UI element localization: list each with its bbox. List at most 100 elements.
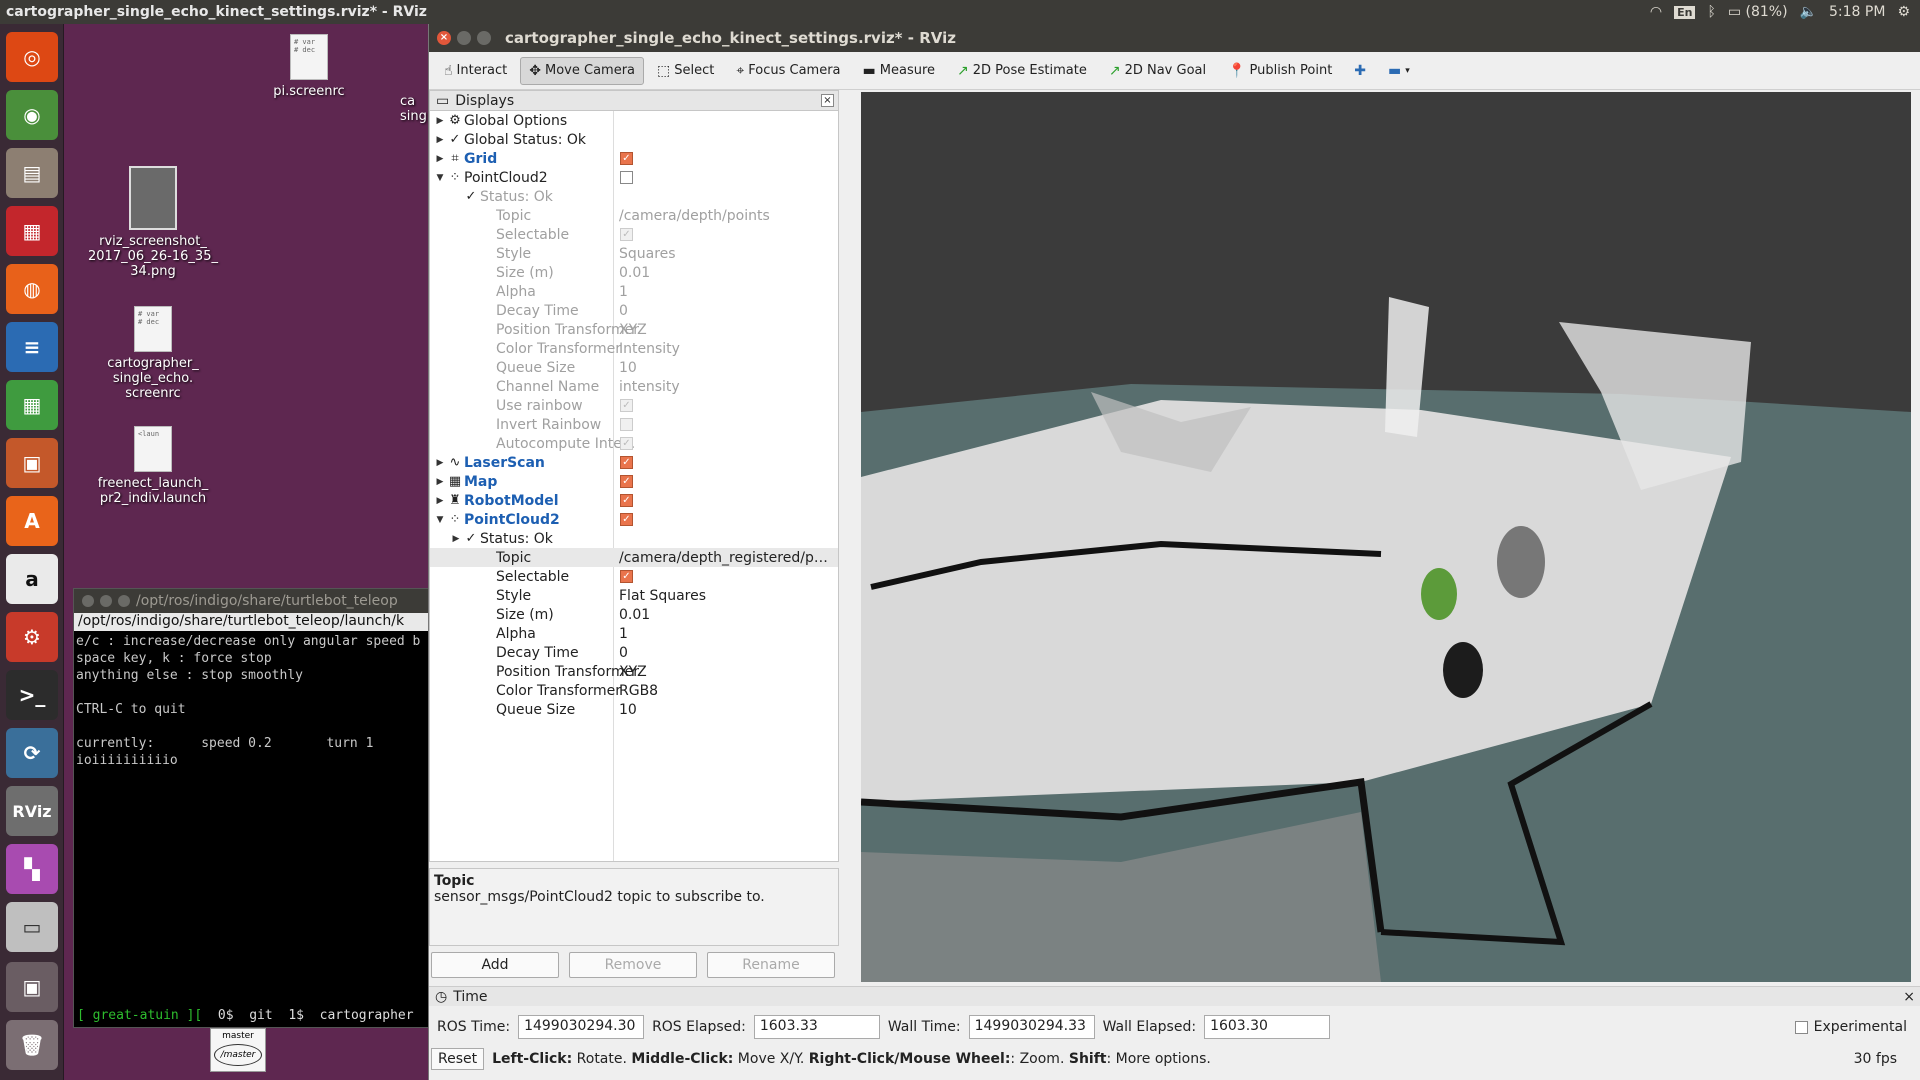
wall-time-field[interactable]: 1499030294.33 bbox=[968, 1015, 1095, 1039]
expand-arrow-icon[interactable]: ▶ bbox=[434, 116, 446, 126]
tree-row[interactable]: ▶ ✓ Global Status: Ok bbox=[430, 130, 838, 149]
expand-arrow-icon[interactable]: ▶ bbox=[434, 154, 446, 164]
tree-value[interactable]: 0 bbox=[619, 303, 834, 319]
expand-arrow-icon[interactable]: ▼ bbox=[434, 515, 446, 525]
impress-icon[interactable]: ▣ bbox=[6, 438, 58, 488]
tree-value[interactable]: XYZ bbox=[619, 322, 834, 338]
minimize-icon[interactable] bbox=[100, 595, 112, 607]
desktop-file-pi-screenrc[interactable]: # var # dec pi.screenrc bbox=[234, 34, 384, 99]
tree-row[interactable]: ▼ ⁘ PointCloud2 ✓ bbox=[430, 510, 838, 529]
reset-button[interactable]: Reset bbox=[431, 1048, 485, 1070]
rviz-window[interactable]: × cartographer_single_echo_kinect_settin… bbox=[428, 24, 1920, 1080]
tree-row[interactable]: ▶ ⚙ Global Options bbox=[430, 111, 838, 130]
enable-checkbox[interactable]: ✓ bbox=[620, 570, 633, 583]
amazon-icon[interactable]: a bbox=[6, 554, 58, 604]
expand-arrow-icon[interactable]: ▶ bbox=[434, 458, 446, 468]
terminal-icon[interactable]: >_ bbox=[6, 670, 58, 720]
tree-value[interactable]: RGB8 bbox=[619, 683, 834, 699]
maximize-icon[interactable] bbox=[477, 31, 491, 45]
tree-row[interactable]: Style Flat Squares bbox=[430, 586, 838, 605]
terminal-titlebar[interactable]: /opt/ros/indigo/share/turtlebot_teleop bbox=[74, 589, 432, 613]
tree-value[interactable]: XYZ bbox=[619, 664, 834, 680]
3d-viewport[interactable] bbox=[861, 92, 1911, 982]
experimental-checkbox[interactable] bbox=[1794, 1020, 1808, 1034]
desktop-master-icon[interactable]: master /master bbox=[210, 1028, 266, 1072]
expand-arrow-icon[interactable]: ▶ bbox=[450, 534, 462, 544]
tree-value[interactable]: 0.01 bbox=[619, 607, 834, 623]
tree-value[interactable]: /camera/depth_registered/po... bbox=[619, 550, 834, 566]
calc-icon[interactable]: ▦ bbox=[6, 380, 58, 430]
displays-tree[interactable]: ▶ ⚙ Global Options ▶ ✓ Global Status: Ok ▶ ⌗ Gri… bbox=[430, 111, 838, 861]
enable-checkbox[interactable] bbox=[620, 418, 633, 431]
expand-arrow-icon[interactable]: ▶ bbox=[434, 496, 446, 506]
tree-row[interactable]: Queue Size 10 bbox=[430, 700, 838, 719]
tree-row[interactable]: Alpha 1 bbox=[430, 624, 838, 643]
tree-value[interactable]: 1 bbox=[619, 626, 834, 642]
rviz-titlebar[interactable]: × cartographer_single_echo_kinect_settin… bbox=[429, 24, 1920, 52]
wall-elapsed-field[interactable]: 1603.30 bbox=[1204, 1015, 1331, 1039]
nav-goal-tool[interactable]: ↗ 2D Nav Goal bbox=[1100, 57, 1215, 85]
measure-tool[interactable]: ▬ Measure bbox=[854, 57, 944, 85]
add-button[interactable]: Add bbox=[431, 952, 559, 978]
desktop-file-freenect-launch[interactable]: <laun freenect_launch_ pr2_indiv.launch bbox=[78, 426, 228, 506]
rename-button[interactable]: Rename bbox=[707, 952, 835, 978]
expand-arrow-icon[interactable]: ▶ bbox=[434, 477, 446, 487]
tree-row[interactable]: Decay Time 0 bbox=[430, 643, 838, 662]
files-icon[interactable]: ▤ bbox=[6, 148, 58, 198]
tree-row[interactable]: Selectable ✓ bbox=[430, 567, 838, 586]
enable-checkbox[interactable]: ✓ bbox=[620, 228, 633, 241]
clock[interactable]: 5:18 PM bbox=[1829, 4, 1885, 20]
tree-row[interactable]: ▶ ♜ RobotModel ✓ bbox=[430, 491, 838, 510]
ros-time-field[interactable]: 1499030294.30 bbox=[518, 1015, 645, 1039]
ubuntu-dash-icon[interactable]: ◎ bbox=[6, 32, 58, 82]
tree-row[interactable]: Selectable ✓ bbox=[430, 225, 838, 244]
tree-row[interactable]: Queue Size 10 bbox=[430, 358, 838, 377]
tree-row[interactable]: ✓ Status: Ok bbox=[430, 187, 838, 206]
enable-checkbox[interactable]: ✓ bbox=[620, 456, 633, 469]
tree-row[interactable]: ▶ ∿ LaserScan ✓ bbox=[430, 453, 838, 472]
minimize-icon[interactable] bbox=[457, 31, 471, 45]
drive-icon[interactable]: ▭ bbox=[6, 902, 58, 952]
tree-row[interactable]: Topic/camera/depth/points bbox=[430, 206, 838, 225]
trash-icon[interactable]: 🗑 bbox=[6, 1020, 58, 1070]
tree-value[interactable]: 0 bbox=[619, 645, 834, 661]
ros-elapsed-field[interactable]: 1603.33 bbox=[753, 1015, 880, 1039]
add-tool-button[interactable]: ✚ bbox=[1345, 57, 1375, 85]
tree-row[interactable]: Size (m) 0.01 bbox=[430, 605, 838, 624]
focus-camera-tool[interactable]: ⌖ Focus Camera bbox=[727, 57, 849, 85]
tree-row[interactable]: ▶ ✓ Status: Ok bbox=[430, 529, 838, 548]
writer-icon[interactable]: ≡ bbox=[6, 322, 58, 372]
tree-value[interactable]: Squares bbox=[619, 246, 834, 262]
enable-checkbox[interactable]: ✓ bbox=[620, 475, 633, 488]
tree-row[interactable]: Color Transformer RGB8 bbox=[430, 681, 838, 700]
tree-row[interactable]: Use rainbow ✓ bbox=[430, 396, 838, 415]
select-tool[interactable]: ⬚ Select bbox=[648, 57, 723, 85]
tree-row[interactable]: ▼ ⁘ PointCloud2 bbox=[430, 168, 838, 187]
volume-icon[interactable]: 🔈 bbox=[1800, 4, 1817, 20]
firefox-icon[interactable]: ◍ bbox=[6, 264, 58, 314]
wifi-icon[interactable]: ◠ bbox=[1650, 4, 1662, 20]
pose-estimate-tool[interactable]: ↗ 2D Pose Estimate bbox=[948, 57, 1096, 85]
battery-indicator[interactable]: ▭ (81%) bbox=[1728, 4, 1788, 20]
tree-row[interactable]: Invert Rainbow bbox=[430, 415, 838, 434]
keyboard-layout-indicator[interactable]: En bbox=[1674, 5, 1696, 19]
tree-row[interactable]: ▶ ⌗ Grid ✓ bbox=[430, 149, 838, 168]
gear-icon[interactable]: ⚙ bbox=[1897, 4, 1910, 20]
rviz-icon[interactable]: RViz bbox=[6, 786, 58, 836]
tree-row[interactable]: Autocompute Inte... ✓ bbox=[430, 434, 838, 453]
tree-row[interactable]: Decay Time 0 bbox=[430, 301, 838, 320]
workspace-icon[interactable]: ▣ bbox=[6, 962, 58, 1012]
experimental-toggle[interactable]: Experimental bbox=[1794, 1019, 1907, 1035]
remove-tool-button[interactable]: ▬ ▾ bbox=[1379, 57, 1419, 85]
move-camera-tool[interactable]: ✥ Move Camera bbox=[520, 56, 645, 85]
tree-row[interactable]: Channel Name intensity bbox=[430, 377, 838, 396]
enable-checkbox[interactable]: ✓ bbox=[620, 152, 633, 165]
enable-checkbox[interactable]: ✓ bbox=[620, 494, 633, 507]
tree-value[interactable]: 0.01 bbox=[619, 265, 834, 281]
enable-checkbox[interactable]: ✓ bbox=[620, 437, 633, 450]
tree-value[interactable]: 10 bbox=[619, 360, 834, 376]
interact-tool[interactable]: ☝ Interact bbox=[435, 57, 516, 85]
update-icon[interactable]: ⟳ bbox=[6, 728, 58, 778]
expand-arrow-icon[interactable]: ▶ bbox=[434, 135, 446, 145]
terminal-output[interactable]: e/c : increase/decrease only angular spe… bbox=[74, 631, 432, 771]
